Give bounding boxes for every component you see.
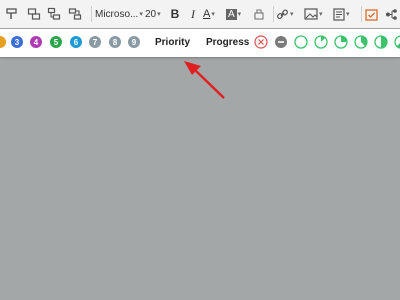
image-button[interactable]: ▾ (304, 4, 323, 24)
chevron-down-icon: ▾ (211, 11, 215, 18)
image-icon (304, 8, 318, 20)
relationship-icon[interactable] (67, 4, 83, 24)
progress-marker-5[interactable] (394, 35, 400, 49)
subtopic-icon[interactable] (46, 4, 62, 24)
font-color-label: A (203, 8, 211, 20)
progress-marker-3[interactable] (354, 35, 368, 49)
minus-icon[interactable] (274, 35, 288, 49)
priority-marker-9[interactable]: 9 (128, 36, 140, 48)
clear-format-icon[interactable] (252, 4, 266, 24)
highlight-label: A (226, 8, 237, 20)
topic-icon[interactable] (26, 4, 42, 24)
font-color-button[interactable]: A ▾ (203, 4, 215, 24)
marker-bar: 3 4 5 6 7 8 9 Priority Progress (0, 29, 400, 57)
toolbar-divider (91, 6, 92, 22)
note-icon (333, 7, 345, 21)
chevron-down-icon: ▾ (290, 11, 294, 18)
note-button[interactable]: ▾ (333, 4, 350, 24)
priority-marker-4[interactable]: 4 (30, 36, 42, 48)
priority-marker-partial[interactable] (0, 36, 6, 48)
font-family-value: Microso... (95, 8, 139, 20)
priority-marker-5[interactable]: 5 (50, 36, 62, 48)
progress-marker-2[interactable] (334, 35, 348, 49)
link-icon (277, 9, 288, 19)
priority-marker-7[interactable]: 7 (89, 36, 101, 48)
progress-marker-4[interactable] (374, 35, 388, 49)
format-painter-icon[interactable] (4, 4, 20, 24)
chevron-down-icon: ▾ (319, 11, 323, 18)
chevron-down-icon: ▾ (139, 11, 143, 18)
progress-label: Progress (206, 37, 250, 48)
highlight-color-button[interactable]: A ▾ (226, 4, 241, 24)
priority-marker-6[interactable]: 6 (70, 36, 82, 48)
toolbar-divider (273, 6, 274, 22)
priority-marker-3[interactable]: 3 (11, 36, 23, 48)
priority-marker-8[interactable]: 8 (109, 36, 121, 48)
format-toolbar: Microso... ▾ 20 ▾ B I A ▾ A ▾ ▾ ▾ ▾ (0, 0, 400, 28)
chevron-down-icon: ▾ (346, 11, 350, 18)
chevron-down-icon: ▾ (237, 11, 242, 18)
italic-button[interactable]: I (187, 4, 199, 24)
structure-icon[interactable] (384, 4, 398, 24)
chevron-down-icon: ▾ (157, 11, 161, 18)
priority-label: Priority (155, 37, 191, 48)
progress-marker-1[interactable] (314, 35, 328, 49)
font-size-value: 20 (145, 8, 157, 20)
link-button[interactable]: ▾ (276, 4, 294, 24)
task-icon[interactable] (364, 4, 378, 24)
cancel-icon[interactable] (254, 35, 268, 49)
toolbar-divider (361, 6, 362, 22)
progress-marker-0[interactable] (294, 35, 308, 49)
font-family-select[interactable]: Microso... ▾ (95, 4, 143, 24)
bold-button[interactable]: B (169, 4, 181, 24)
font-size-select[interactable]: 20 ▾ (145, 4, 161, 24)
